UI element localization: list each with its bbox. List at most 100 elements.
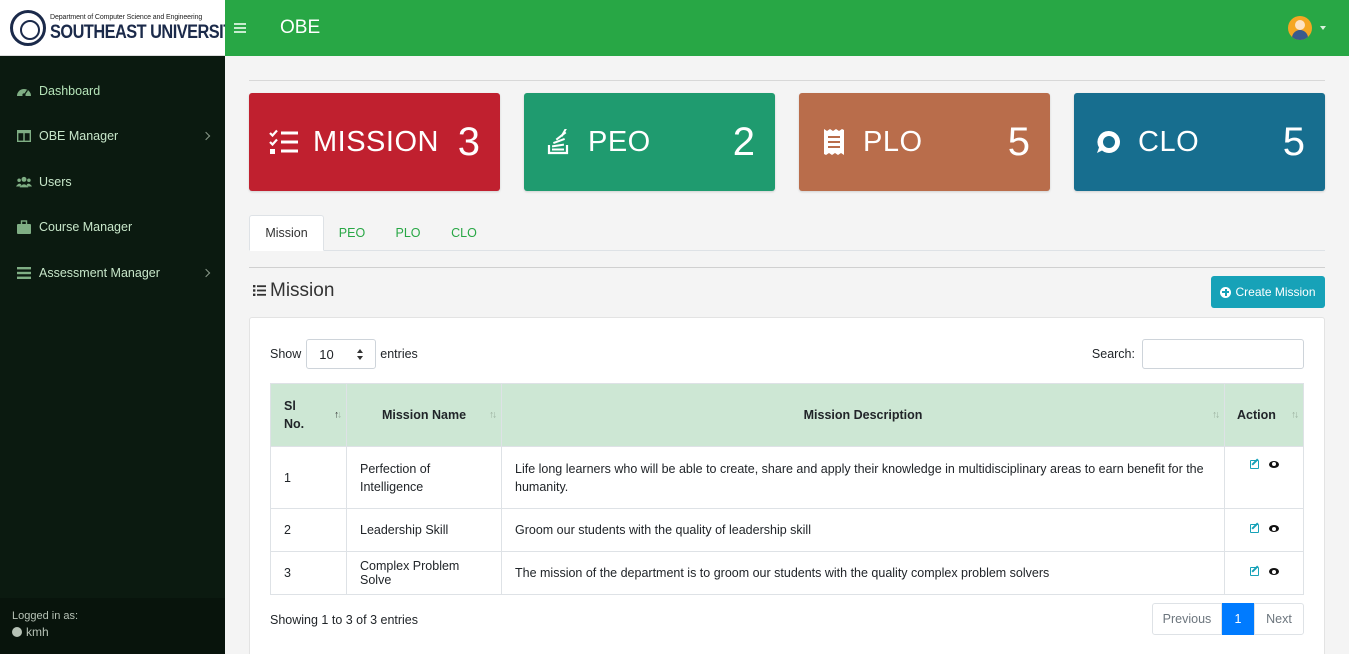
section-tabs: Mission PEO PLO CLO bbox=[249, 215, 1325, 251]
pagination-page-1[interactable]: 1 bbox=[1222, 603, 1254, 635]
sidebar-item-course-manager[interactable]: Course Manager bbox=[0, 205, 225, 251]
sidebar-item-label: Users bbox=[39, 174, 72, 189]
view-eye-icon[interactable] bbox=[1268, 460, 1279, 468]
logged-in-label: Logged in as: bbox=[12, 610, 79, 622]
cell-mission-description: Groom our students with the quality of l… bbox=[501, 508, 1225, 552]
stack-icon bbox=[544, 127, 574, 157]
university-seal-icon bbox=[10, 9, 46, 46]
user-circle-icon bbox=[12, 627, 22, 637]
column-header-mission-name[interactable]: Mission Name ↑↓ bbox=[346, 383, 502, 447]
table-row: 1 Perfection of Intelligence Life long l… bbox=[270, 446, 1304, 509]
list-icon bbox=[253, 280, 270, 302]
entries-length-value: 10 bbox=[319, 346, 334, 362]
edit-icon[interactable] bbox=[1249, 459, 1259, 469]
caret-down-icon[interactable] bbox=[1320, 26, 1326, 30]
section-title: Mission bbox=[270, 280, 335, 301]
stat-label: PLO bbox=[863, 125, 923, 158]
stat-label: CLO bbox=[1138, 125, 1200, 158]
entries-length-select[interactable]: 10 bbox=[306, 339, 377, 369]
tab-peo[interactable]: PEO bbox=[334, 215, 370, 251]
cell-mission-name: Complex Problem Solve bbox=[346, 551, 502, 595]
table-info: Showing 1 to 3 of 3 entries bbox=[270, 613, 419, 627]
cell-mission-description: The mission of the department is to groo… bbox=[501, 551, 1225, 595]
entries-length-control: Show 10 entries bbox=[270, 339, 418, 369]
search-input[interactable] bbox=[1142, 339, 1304, 369]
stat-value: 3 bbox=[457, 119, 480, 164]
tab-plo[interactable]: PLO bbox=[390, 215, 426, 251]
tab-clo[interactable]: CLO bbox=[446, 215, 482, 251]
cell-actions bbox=[1224, 446, 1304, 509]
dashboard-icon bbox=[16, 84, 32, 98]
users-icon bbox=[16, 175, 32, 189]
edit-icon[interactable] bbox=[1249, 567, 1259, 576]
cell-sl-no: 1 bbox=[270, 446, 347, 509]
user-avatar[interactable] bbox=[1288, 16, 1312, 40]
sidebar-item-label: Course Manager bbox=[39, 220, 133, 235]
sidebar-item-assessment-manager[interactable]: Assessment Manager bbox=[0, 250, 225, 296]
sort-icon: ↑↓ bbox=[1212, 409, 1220, 421]
stat-value: 5 bbox=[1282, 119, 1305, 164]
stat-value: 2 bbox=[732, 119, 755, 164]
table-search: Search: bbox=[1092, 339, 1304, 369]
stat-card-clo[interactable]: CLO 5 bbox=[1074, 93, 1325, 191]
sidebar-item-label: Assessment Manager bbox=[39, 265, 160, 280]
sort-asc-icon: ↑↓ bbox=[334, 409, 342, 421]
top-navbar: OBE bbox=[225, 0, 1349, 56]
sort-down-icon bbox=[357, 356, 364, 360]
comment-icon bbox=[1094, 127, 1124, 157]
receipt-icon bbox=[819, 127, 849, 157]
stat-card-peo[interactable]: PEO 2 bbox=[524, 93, 775, 191]
table-row: 2 Leadership Skill Groom our students wi… bbox=[270, 508, 1304, 552]
hamburger-menu-icon[interactable] bbox=[234, 23, 246, 33]
cell-sl-no: 3 bbox=[270, 551, 347, 595]
cell-mission-description: Life long learners who will be able to c… bbox=[501, 446, 1225, 509]
sidebar-item-users[interactable]: Users bbox=[0, 159, 225, 205]
stat-label: PEO bbox=[588, 125, 651, 158]
stat-card-mission[interactable]: MISSION 3 bbox=[249, 93, 500, 191]
brand-logo[interactable]: Department of Computer Science and Engin… bbox=[0, 0, 244, 56]
cell-mission-name: Leadership Skill bbox=[346, 508, 502, 552]
entries-label: entries bbox=[380, 347, 418, 361]
briefcase-icon bbox=[16, 220, 32, 235]
view-eye-icon[interactable] bbox=[1268, 525, 1279, 532]
pagination: Previous 1 Next bbox=[1152, 603, 1304, 635]
brand-name: SOUTHEAST UNIVERSITY bbox=[50, 21, 244, 43]
sidebar-item-dashboard[interactable]: Dashboard bbox=[0, 68, 225, 114]
tasks-icon bbox=[269, 127, 299, 157]
sidebar-item-label: OBE Manager bbox=[39, 129, 119, 144]
section-heading: Mission bbox=[253, 280, 334, 302]
view-eye-icon[interactable] bbox=[1268, 568, 1279, 575]
plus-circle-icon bbox=[1220, 286, 1232, 298]
cell-actions bbox=[1224, 551, 1304, 595]
create-mission-button[interactable]: Create Mission bbox=[1211, 276, 1325, 308]
sidebar-item-obe-manager[interactable]: OBE Manager bbox=[0, 114, 225, 160]
table-header-row: Sl No. ↑↓ Mission Name ↑↓ Mission Descri… bbox=[270, 383, 1304, 447]
mission-table: Sl No. ↑↓ Mission Name ↑↓ Mission Descri… bbox=[270, 383, 1304, 595]
stat-card-plo[interactable]: PLO 5 bbox=[799, 93, 1050, 191]
chevron-right-icon bbox=[201, 268, 211, 277]
mission-table-card: Show 10 entries Search: Sl No. ↑↓ Missio… bbox=[249, 317, 1325, 654]
sort-icon: ↑↓ bbox=[1291, 409, 1299, 421]
search-label: Search: bbox=[1091, 347, 1135, 361]
edit-icon[interactable] bbox=[1249, 524, 1259, 533]
app-title: OBE bbox=[280, 17, 321, 38]
column-header-action[interactable]: Action ↑↓ bbox=[1224, 383, 1304, 447]
logged-in-username: kmh bbox=[26, 625, 49, 639]
cell-actions bbox=[1224, 508, 1304, 552]
stat-label: MISSION bbox=[313, 125, 439, 158]
menu-icon bbox=[16, 266, 32, 280]
table-row: 3 Complex Problem Solve The mission of t… bbox=[270, 551, 1304, 595]
divider bbox=[249, 80, 1325, 81]
create-mission-label: Create Mission bbox=[1235, 285, 1316, 299]
table-icon bbox=[16, 129, 32, 143]
tab-mission[interactable]: Mission bbox=[249, 215, 324, 251]
pagination-previous[interactable]: Previous bbox=[1152, 603, 1222, 635]
stat-value: 5 bbox=[1007, 119, 1030, 164]
show-label: Show bbox=[270, 347, 302, 361]
sidebar-footer: Logged in as: kmh bbox=[0, 598, 225, 654]
column-header-mission-description[interactable]: Mission Description ↑↓ bbox=[501, 383, 1225, 447]
cell-mission-name: Perfection of Intelligence bbox=[346, 446, 502, 509]
column-header-sl-no[interactable]: Sl No. ↑↓ bbox=[270, 383, 347, 447]
chevron-right-icon bbox=[201, 132, 211, 141]
pagination-next[interactable]: Next bbox=[1254, 603, 1304, 635]
